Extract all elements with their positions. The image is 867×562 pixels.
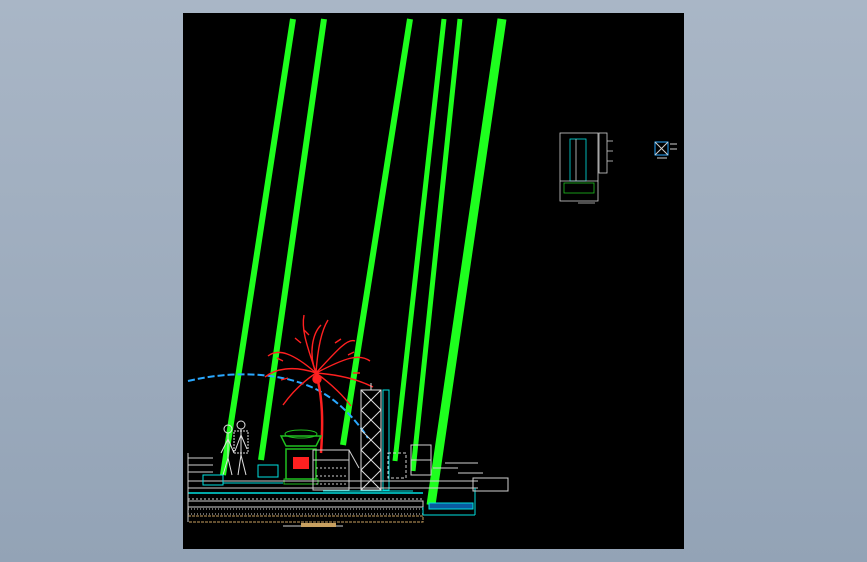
cad-drawing-canvas[interactable] [183, 13, 684, 549]
dimension-line [283, 523, 343, 527]
detail-thumbnail-icon[interactable] [559, 132, 613, 204]
light-beam [340, 18, 413, 446]
blue-arc [187, 373, 369, 439]
planter-box [312, 449, 360, 491]
light-beam [426, 18, 507, 506]
light-beam [220, 18, 296, 476]
lattice-column [360, 383, 390, 491]
small-square-icon[interactable] [654, 141, 677, 159]
planter-pedestal [279, 429, 323, 485]
